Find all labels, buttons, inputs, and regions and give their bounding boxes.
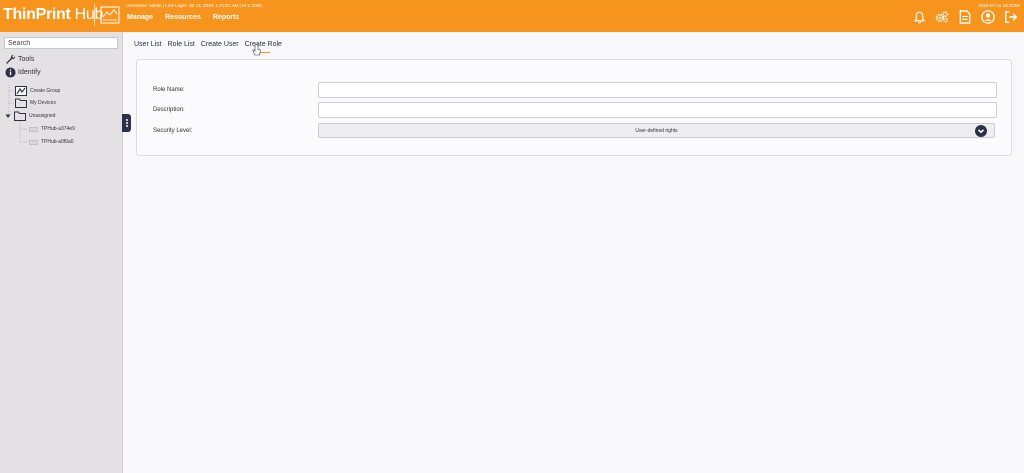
main-nav: Manage Resources Reports — [127, 14, 239, 21]
tree-item-my-devices[interactable]: My Devices — [15, 98, 56, 108]
security-level-value: User-defined rights — [635, 127, 678, 134]
document-icon[interactable] — [958, 10, 972, 24]
role-name-input[interactable] — [318, 82, 997, 98]
logout-icon[interactable] — [1004, 10, 1018, 24]
chevron-down-icon[interactable] — [975, 125, 987, 137]
tree-item-create-group[interactable]: Create Group — [15, 86, 60, 96]
top-bar: ThinPrint Hub Username: admin | Last Log… — [0, 0, 1024, 32]
description-label: Description: — [153, 107, 185, 113]
nav-manage[interactable]: Manage — [127, 14, 153, 21]
device-icon — [29, 126, 38, 132]
sidebar-collapse-handle[interactable] — [122, 114, 131, 132]
tab-create-role[interactable]: Create Role — [245, 41, 282, 48]
session-info: Username: admin | Last Login: Jul 12, 20… — [126, 3, 262, 8]
caret-down-icon[interactable] — [5, 113, 11, 119]
gears-icon[interactable] — [935, 10, 949, 24]
nav-reports[interactable]: Reports — [213, 14, 239, 21]
tab-user-list[interactable]: User List — [134, 41, 162, 48]
user-icon[interactable] — [981, 10, 995, 24]
tab-role-list[interactable]: Role List — [168, 41, 195, 48]
folder-icon — [14, 111, 26, 121]
security-level-select[interactable]: User-defined rights — [318, 123, 995, 138]
device-icon — [29, 139, 38, 145]
app-logo[interactable]: ThinPrint Hub — [3, 6, 103, 24]
handle-dot — [125, 122, 128, 124]
folder-icon — [15, 98, 27, 108]
security-level-label: Security Level: — [153, 128, 193, 134]
bell-icon[interactable] — [912, 10, 926, 24]
logo-text-main: ThinPrint — [3, 6, 71, 23]
hand-pointer-icon — [252, 44, 261, 56]
handle-dot — [125, 119, 128, 121]
handle-dot — [125, 125, 128, 127]
create-group-icon — [15, 86, 27, 96]
brand-emblem-icon — [100, 6, 120, 24]
role-name-label: Role Name: — [153, 87, 185, 93]
logo-text-hub: Hub — [70, 6, 104, 23]
nav-resources[interactable]: Resources — [165, 14, 201, 21]
tree-item-device[interactable]: TPHub-a0f9a0 — [29, 139, 74, 145]
logo-divider — [94, 4, 95, 26]
header-actions — [912, 10, 1018, 24]
tree-item-unassigned[interactable]: Unassigned — [5, 111, 55, 121]
create-role-form: Role Name: Description: Security Level: … — [136, 59, 1012, 156]
tab-create-user[interactable]: Create User — [201, 41, 239, 48]
current-datetime: 2019-07-11 19:30:04 — [978, 3, 1020, 8]
tree-item-device[interactable]: TPHub-a374e9 — [29, 126, 75, 132]
description-input[interactable] — [318, 102, 997, 118]
sidebar: Tools Identify Create Group My Devices U… — [0, 32, 123, 473]
